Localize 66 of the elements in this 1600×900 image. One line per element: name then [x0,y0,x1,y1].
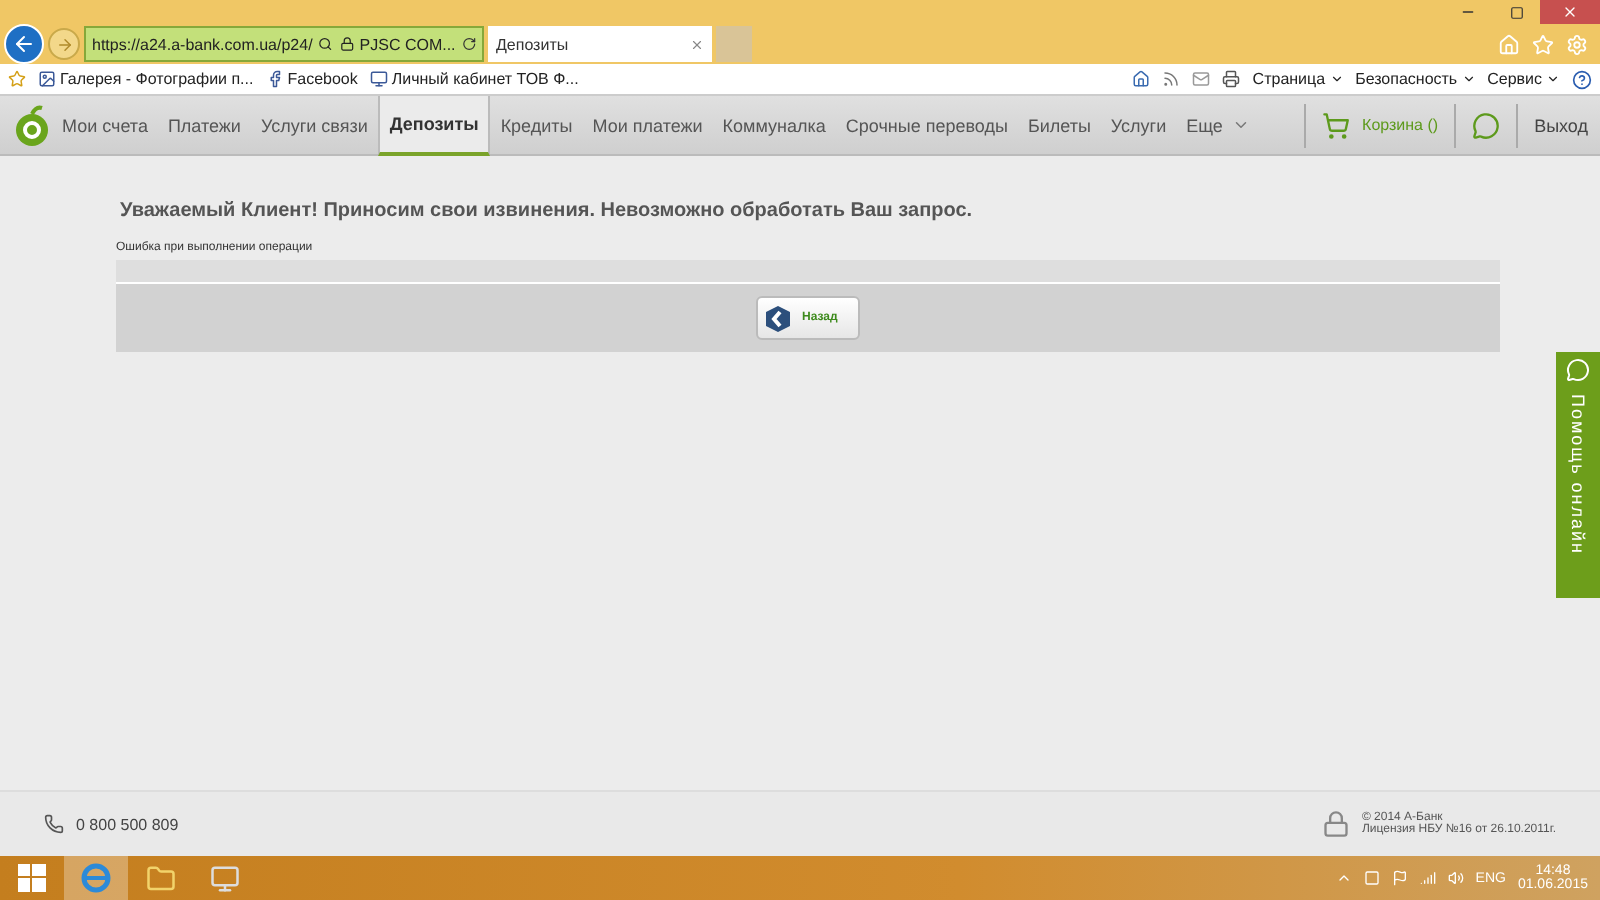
refresh-icon[interactable] [461,36,477,52]
help-online-tab[interactable]: Помощь онлайн [1556,352,1600,598]
help-icon[interactable] [1572,69,1592,89]
apple-logo-icon[interactable] [12,103,52,147]
feed-icon[interactable] [1162,70,1181,88]
favorite-icon [265,70,284,88]
caret-icon [1329,72,1344,86]
search-icon [318,36,334,52]
mail-icon[interactable] [1192,70,1211,88]
address-text: https://a24.a-bank.com.ua/p24/ [92,35,313,53]
close-button[interactable] [1540,0,1600,24]
nav-tab[interactable]: Кредиты [490,95,583,155]
command-menu[interactable]: Страница [1252,70,1344,88]
folder-icon [145,863,175,893]
home-icon[interactable] [1132,70,1151,88]
logout-link[interactable]: Выход [1534,115,1600,135]
caret-icon [1546,72,1560,86]
favorite-icon [38,70,56,88]
close-tab-icon [690,37,704,51]
cart-icon[interactable] [1322,111,1351,139]
nav-tab[interactable]: Мои платежи [582,95,713,155]
window-icon [209,863,239,893]
signal-icon[interactable] [1419,870,1436,886]
nav-tab[interactable]: Билеты [1017,95,1101,155]
command-menu[interactable]: Сервис [1487,70,1560,88]
settings-icon[interactable] [1566,33,1588,55]
forward-icon [55,35,73,53]
nav-tab[interactable]: Услуги [1100,95,1177,155]
certificate-text: PJSC COM... [359,35,456,53]
desktop-icon[interactable] [1363,870,1380,886]
phone-icon [44,814,64,834]
browser-tab[interactable]: Депозиты [488,26,712,62]
restore-icon [1509,5,1523,19]
nav-tab[interactable]: Коммуналка [712,95,836,155]
volume-icon[interactable] [1447,870,1464,886]
nav-tab[interactable]: Платежи [157,95,251,155]
star-icon[interactable] [1532,33,1554,55]
flag-icon[interactable] [1391,870,1408,886]
favorite-link[interactable]: Личный кабинет ТОВ Ф... [369,70,579,88]
nav-tab[interactable]: Услуги связи [250,95,378,155]
print-icon[interactable] [1222,70,1241,88]
chat-icon[interactable] [1472,111,1501,139]
nav-tab[interactable]: Срочные переводы [835,95,1018,155]
close-icon [1562,4,1578,20]
back-icon [12,32,36,56]
chat-icon [1566,358,1590,382]
back-button[interactable] [4,24,44,64]
browser-taskbar-icon[interactable] [64,856,128,900]
favorite-icon [369,70,388,88]
dropdown-icon[interactable] [1232,116,1251,134]
error-title: Уважаемый Клиент! Приносим свои извинения. Невозможно обработать Ваш запрос. [120,200,975,222]
favorites-star-icon [8,70,26,88]
caret-icon [1461,72,1476,86]
forward-button[interactable] [48,28,80,60]
favorite-link[interactable]: Галерея - Фотографии п... [38,70,254,88]
windows-logo-icon [18,864,46,892]
lock-icon [1321,810,1350,838]
address-bar[interactable]: https://a24.a-bank.com.ua/p24/ PJSC COM... [84,26,484,62]
lock-icon [339,36,354,52]
nav-tab[interactable]: Депозиты [377,95,491,155]
phone-number: 0 800 500 809 [76,815,179,833]
back-arrow-icon [766,305,790,331]
favorite-link[interactable]: Facebook [265,70,358,88]
nav-tab[interactable]: Еще [1176,95,1233,155]
command-menu[interactable]: Безопасность [1355,70,1476,88]
nav-tab[interactable]: Мои счета [52,95,158,155]
